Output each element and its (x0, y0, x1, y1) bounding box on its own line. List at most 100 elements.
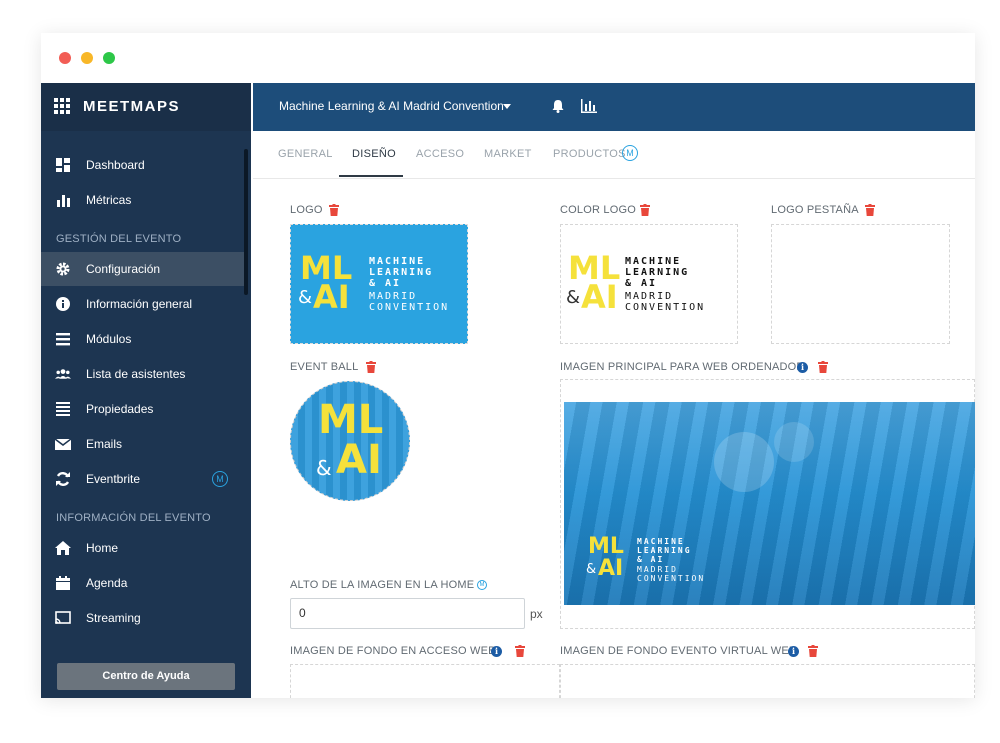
tab-market[interactable]: MARKET (484, 148, 532, 160)
stats-icon[interactable] (581, 99, 597, 113)
hero-line3: & AI (637, 555, 665, 564)
logo-tab-upload[interactable] (771, 224, 950, 344)
hero-light-decoration (774, 422, 814, 462)
hero-ai-text: AI (598, 556, 624, 581)
sidebar-scrollbar[interactable] (244, 149, 248, 295)
hero-light-decoration (714, 432, 774, 492)
hero-line1: MACHINE (637, 537, 685, 546)
sidebar-item-label: Propiedades (86, 402, 154, 416)
event-ball-ml-text: ML (318, 397, 384, 443)
app-window: MEETMAPS Dashboard Métricas GESTIÓN DEL … (41, 33, 975, 698)
gear-icon (56, 262, 70, 276)
module-badge: M (212, 471, 228, 487)
info-icon[interactable]: i (491, 646, 502, 657)
logo-line1: MACHINE (369, 256, 426, 267)
delete-bg-access-icon[interactable] (515, 645, 525, 657)
delete-color-logo-icon[interactable] (640, 204, 650, 216)
module-badge: M (622, 145, 638, 161)
sidebar-item-dashboard[interactable]: Dashboard (41, 148, 244, 182)
minimize-window-button[interactable] (81, 52, 93, 64)
sidebar-item-label: Información general (86, 297, 193, 311)
bell-icon[interactable] (551, 99, 565, 113)
bg-access-label: IMAGEN DE FONDO EN ACCESO WEB (290, 645, 496, 657)
logo-line2: LEARNING (369, 267, 434, 278)
event-selector[interactable]: Machine Learning & AI Madrid Convention (279, 99, 504, 113)
event-ball-upload[interactable]: ML & AI (290, 381, 410, 501)
hero-line4: MADRID (637, 565, 678, 574)
sidebar-item-label: Agenda (86, 576, 128, 590)
sidebar-item-home[interactable]: Home (41, 531, 244, 565)
mail-icon (55, 438, 71, 450)
module-badge: M (477, 580, 487, 590)
bg-access-upload[interactable] (290, 664, 560, 698)
sidebar-item-eventbrite[interactable]: Eventbrite M (41, 462, 244, 496)
brand-header[interactable]: MEETMAPS (41, 83, 251, 131)
tab-diseno[interactable]: DISEÑO (352, 148, 396, 160)
sidebar-item-label: Emails (86, 437, 123, 451)
logo-label: LOGO (290, 204, 323, 216)
sidebar-item-modulos[interactable]: Módulos (41, 322, 244, 356)
brand-name: MEETMAPS (83, 98, 181, 115)
sidebar-item-streaming[interactable]: Streaming (41, 601, 244, 635)
window-titlebar (41, 33, 975, 83)
chevron-down-icon[interactable] (503, 104, 511, 109)
sidebar-item-label: Home (86, 541, 119, 555)
hero-crowd-photo (564, 402, 975, 605)
event-ball-amp-text: & (316, 456, 332, 480)
info-icon[interactable]: i (797, 362, 808, 373)
sidebar-item-informacion-general[interactable]: Información general (41, 287, 244, 321)
sidebar-item-lista-asistentes[interactable]: Lista de asistentes (41, 357, 244, 391)
dashboard-icon (56, 158, 70, 172)
sidebar: MEETMAPS Dashboard Métricas GESTIÓN DEL … (41, 83, 251, 698)
event-ball-label: EVENT BALL (290, 361, 359, 373)
users-icon (55, 369, 71, 379)
logo-line3: & AI (369, 278, 402, 289)
hero-amp-text: & (586, 562, 597, 577)
home-height-unit: px (530, 607, 543, 621)
color-logo-ai-text: AI (581, 278, 618, 316)
tab-acceso[interactable]: ACCESO (416, 148, 464, 160)
design-settings-panel: LOGO COLOR LOGO LOGO PESTAÑA ML & AI MAC… (253, 179, 975, 698)
delete-event-ball-icon[interactable] (366, 361, 376, 373)
color-logo-upload[interactable]: ML & AI MACHINE LEARNING & AI MADRID CON… (560, 224, 738, 344)
help-center-button[interactable]: Centro de Ayuda (57, 663, 235, 690)
delete-logo-tab-icon[interactable] (865, 204, 875, 216)
logo-line5: CONVENTION (369, 302, 450, 313)
grid-icon[interactable] (54, 98, 70, 114)
bar-chart-icon (57, 195, 70, 207)
info-icon[interactable]: i (788, 646, 799, 657)
delete-main-image-icon[interactable] (818, 361, 828, 373)
delete-bg-virtual-icon[interactable] (808, 645, 818, 657)
bg-virtual-label: IMAGEN DE FONDO EVENTO VIRTUAL WEB (560, 645, 797, 657)
maximize-window-button[interactable] (103, 52, 115, 64)
tab-productos[interactable]: PRODUCTOS (553, 148, 626, 160)
sidebar-item-metricas[interactable]: Métricas (41, 183, 244, 217)
logo-upload[interactable]: ML & AI MACHINE LEARNING & AI MADRID CON… (290, 224, 468, 344)
sidebar-item-agenda[interactable]: Agenda (41, 566, 244, 600)
sidebar-item-label: Eventbrite (86, 472, 141, 486)
color-logo-line5: CONVENTION (625, 302, 706, 313)
home-height-input[interactable]: 0 (290, 598, 525, 629)
sidebar-item-emails[interactable]: Emails (41, 427, 244, 461)
close-window-button[interactable] (59, 52, 71, 64)
tab-general[interactable]: GENERAL (278, 148, 333, 160)
calendar-icon (56, 576, 70, 590)
sidebar-item-propiedades[interactable]: Propiedades (41, 392, 244, 426)
sidebar-item-configuracion[interactable]: Configuración (41, 252, 244, 286)
bg-virtual-upload[interactable] (560, 664, 975, 698)
main-image-label: IMAGEN PRINCIPAL PARA WEB ORDENADOR (560, 361, 805, 373)
sidebar-item-label: Streaming (86, 611, 141, 625)
refresh-icon (56, 472, 70, 486)
hero-line5: CONVENTION (637, 574, 706, 583)
hero-ml-text: ML (588, 534, 624, 559)
logo-tab-label: LOGO PESTAÑA (771, 204, 859, 216)
tab-bar: GENERAL DISEÑO ACCESO MARKET PRODUCTOS M (253, 131, 975, 179)
main-image-preview[interactable]: ML & AI MACHINE LEARNING & AI MADRID CON… (564, 402, 975, 605)
section-title-informacion: INFORMACIÓN DEL EVENTO (56, 512, 211, 524)
delete-logo-icon[interactable] (329, 204, 339, 216)
color-logo-line4: MADRID (625, 291, 674, 302)
logo-ai-text: AI (313, 278, 350, 316)
home-height-label: ALTO DE LA IMAGEN EN LA HOME (290, 579, 475, 591)
home-icon (55, 541, 71, 555)
active-tab-indicator (339, 175, 403, 177)
